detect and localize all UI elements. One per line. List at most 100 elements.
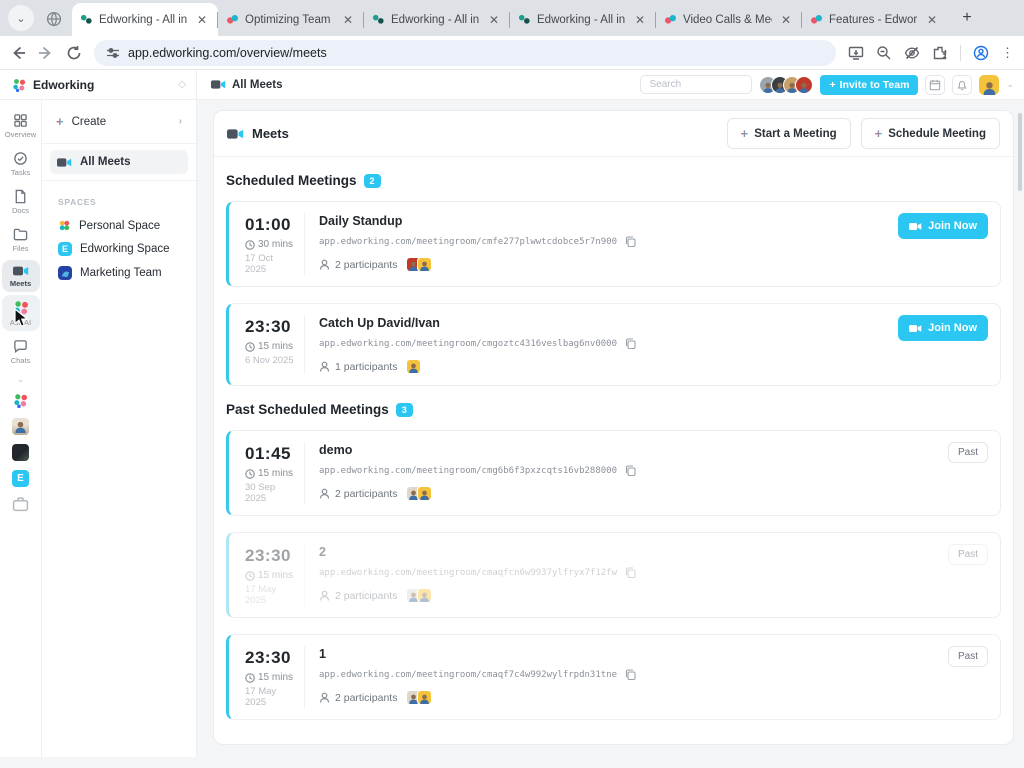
eye-hidden-icon[interactable] (904, 45, 920, 61)
tab-edworking-2[interactable]: Edworking - All in o ✕ (364, 3, 510, 36)
meeting-title: 2 (319, 545, 948, 559)
scheduled-section-header: Scheduled Meetings 2 (226, 173, 1001, 188)
breadcrumb-bar: All Meets +Invite to Team ⌄ (197, 70, 1024, 99)
tab-features[interactable]: Features - Edworki ✕ (802, 3, 948, 36)
meeting-time-block: 23:30 15 mins 17 May 2025 (241, 544, 305, 606)
new-tab-button[interactable]: + (954, 5, 980, 31)
zoom-out-icon[interactable] (876, 45, 892, 61)
sidebar-item-all-meets[interactable]: All Meets (50, 150, 188, 174)
meeting-info: 2 app.edworking.com/meetingroom/cmaqfcn6… (305, 544, 948, 606)
meeting-title: demo (319, 443, 948, 457)
copy-link-icon[interactable] (625, 567, 637, 579)
extensions-icon[interactable] (932, 45, 948, 61)
tab-edworking-3[interactable]: Edworking - All in o ✕ (510, 3, 656, 36)
meeting-duration: 15 mins (258, 341, 293, 352)
browser-window: ⌄ Edworking - All in o ✕ Optimizing Team… (0, 0, 1024, 768)
meeting-time: 23:30 (245, 317, 296, 337)
back-icon[interactable] (10, 45, 26, 61)
tab-optimizing-team[interactable]: Optimizing Team M ✕ (218, 3, 364, 36)
sidebar-item-edworking-space[interactable]: E Edworking Space (42, 237, 196, 261)
rail-item-tasks[interactable]: Tasks (2, 146, 40, 181)
meeting-title: Daily Standup (319, 214, 898, 228)
docs-icon (13, 189, 28, 204)
schedule-meeting-button[interactable]: +Schedule Meeting (861, 118, 1000, 149)
tab-close-icon[interactable]: ✕ (778, 12, 794, 28)
forward-icon[interactable] (38, 45, 54, 61)
search-input[interactable] (640, 75, 752, 94)
sidebar-item-personal-space[interactable]: Personal Space (42, 214, 196, 237)
member-avatar[interactable] (12, 418, 29, 435)
past-badge: Past (948, 646, 988, 667)
briefcase-icon[interactable] (12, 496, 29, 513)
meeting-time-block: 23:30 15 mins 17 May 2025 (241, 646, 305, 708)
tab-close-icon[interactable]: ✕ (924, 12, 940, 28)
divider (42, 143, 196, 144)
workspace-header[interactable]: Edworking ◇ (0, 70, 197, 99)
sidebar-item-marketing-team[interactable]: Marketing Team (42, 261, 196, 285)
copy-link-icon[interactable] (625, 338, 637, 350)
rail-expand-chevron-icon[interactable]: ⌄ (17, 374, 25, 385)
meeting-card: 23:30 15 mins 6 Nov 2025 Catch Up David/… (226, 303, 1001, 386)
clock-icon (245, 240, 255, 250)
tab-search-button[interactable]: ⌄ (8, 5, 34, 31)
copy-link-icon[interactable] (625, 465, 637, 477)
avatar (795, 76, 813, 94)
tab-close-icon[interactable]: ✕ (632, 12, 648, 28)
member-avatar[interactable] (12, 444, 29, 461)
participants-icon (319, 590, 330, 601)
join-now-button[interactable]: Join Now (898, 213, 988, 239)
reload-icon[interactable] (66, 45, 82, 61)
site-settings-icon[interactable] (106, 46, 120, 60)
edworking-logo (12, 78, 26, 92)
edworking-space-bubble[interactable]: E (12, 470, 29, 487)
mouse-cursor (14, 308, 30, 328)
tab-video-calls[interactable]: Video Calls & Meeti ✕ (656, 3, 802, 36)
calendar-button[interactable] (925, 75, 945, 95)
create-button[interactable]: + Create › (50, 110, 188, 133)
header-actions: +Invite to Team ⌄ (640, 75, 1014, 95)
tab-label: Features - Edworki (829, 14, 918, 26)
copy-link-icon[interactable] (625, 236, 637, 248)
rail-item-chats[interactable]: Chats (2, 334, 40, 369)
rail-item-files[interactable]: Files (2, 222, 40, 257)
rail-item-meets[interactable]: Meets (2, 260, 40, 292)
globe-tab-icon[interactable] (46, 11, 62, 27)
start-meeting-label: Start a Meeting (754, 128, 836, 140)
chevron-down-icon[interactable]: ⌄ (1006, 79, 1014, 90)
user-avatar[interactable] (979, 75, 999, 95)
rail-item-overview[interactable]: Overview (2, 108, 40, 143)
meeting-date: 17 Oct 2025 (245, 253, 296, 275)
menu-kebab-icon[interactable]: ⋮ (1001, 45, 1014, 61)
scrollbar-thumb[interactable] (1018, 113, 1022, 191)
colorful-favicon (664, 13, 677, 26)
meeting-info: Daily Standup app.edworking.com/meetingr… (305, 213, 898, 275)
rail-item-docs[interactable]: Docs (2, 184, 40, 219)
start-meeting-button[interactable]: +Start a Meeting (727, 118, 851, 149)
invite-to-team-button[interactable]: +Invite to Team (820, 75, 918, 95)
avatar (406, 359, 421, 374)
profile-icon[interactable] (973, 45, 989, 61)
edworking-space-icon: E (58, 242, 72, 256)
join-label: Join Now (928, 322, 977, 334)
tab-close-icon[interactable]: ✕ (486, 12, 502, 28)
notifications-button[interactable] (952, 75, 972, 95)
chevron-right-icon: › (179, 116, 182, 127)
meets-camera-icon (211, 79, 226, 90)
all-meets-label: All Meets (80, 156, 131, 168)
meeting-duration: 15 mins (258, 570, 293, 581)
meeting-date: 17 May 2025 (245, 686, 296, 708)
tab-edworking-1[interactable]: Edworking - All in o ✕ (72, 3, 218, 36)
copy-link-icon[interactable] (625, 669, 637, 681)
tab-close-icon[interactable]: ✕ (194, 12, 210, 28)
edworking-dots-icon[interactable] (13, 393, 28, 408)
plus-icon: + (875, 126, 883, 141)
join-now-button[interactable]: Join Now (898, 315, 988, 341)
meeting-time-block: 23:30 15 mins 6 Nov 2025 (241, 315, 305, 374)
sidebar-collapse-icon[interactable]: ◇ (178, 79, 186, 90)
tasks-icon (13, 151, 28, 166)
install-app-icon[interactable] (848, 45, 864, 61)
tab-close-icon[interactable]: ✕ (340, 12, 356, 28)
address-bar[interactable]: app.edworking.com/overview/meets (94, 40, 836, 66)
team-avatar-stack[interactable] (759, 76, 813, 94)
space-label: Marketing Team (80, 267, 162, 279)
